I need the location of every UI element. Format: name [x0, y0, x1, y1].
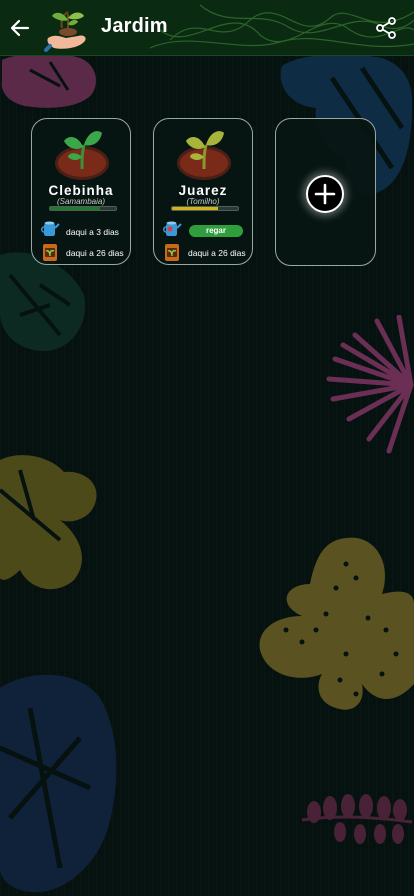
add-plant-button[interactable] — [306, 175, 344, 213]
water-level-fill — [50, 207, 100, 210]
next-fertilize-text: daqui a 26 dias — [66, 248, 124, 258]
spotted-leaf-decoration — [259, 537, 414, 710]
plant-name: Clebinha — [48, 183, 114, 198]
plant-name: Juarez — [178, 183, 228, 198]
plant-card-clebinha[interactable]: Clebinha (Samambaia) daqui a 3 dias daqu… — [31, 118, 131, 265]
pink-leaf-decoration — [1, 52, 97, 108]
plus-icon — [314, 183, 336, 205]
magenta-frond-decoration — [326, 315, 414, 454]
olive-leaf-decoration — [0, 455, 97, 590]
hand-seedling-logo-icon — [44, 11, 86, 52]
next-watering-text: daqui a 3 dias — [66, 227, 119, 237]
page-title: Jardim — [101, 15, 168, 37]
plant-card-juarez[interactable]: Juarez (Tomilho) regar daqui a 26 dias — [153, 118, 253, 265]
plant-species: (Tomilho) — [186, 197, 220, 206]
water-level-bar — [49, 206, 117, 211]
fertilizer-bag-icon — [43, 244, 57, 261]
navy-leaf-decoration — [0, 674, 117, 893]
add-plant-card[interactable] — [275, 118, 376, 266]
water-level-fill — [172, 207, 219, 210]
plant-species: (Samambaia) — [56, 197, 105, 206]
share-icon[interactable] — [374, 16, 398, 40]
app-bar: Jardim — [0, 0, 414, 56]
next-fertilize-text: daqui a 26 dias — [188, 248, 246, 258]
potted-seedling-icon — [55, 131, 109, 180]
maroon-sprig-decoration — [301, 794, 413, 844]
water-now-button[interactable]: regar — [189, 225, 243, 237]
watering-can-icon — [41, 221, 60, 236]
watering-can-alert-icon — [163, 221, 182, 236]
water-level-bar — [171, 206, 239, 211]
back-arrow-icon[interactable] — [8, 16, 32, 40]
potted-seedling-icon — [177, 131, 231, 180]
fertilizer-bag-icon — [165, 244, 179, 261]
